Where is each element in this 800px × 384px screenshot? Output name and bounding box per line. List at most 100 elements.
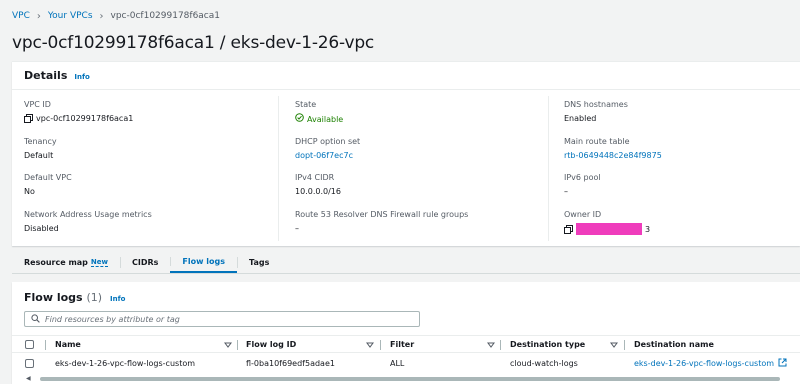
column-header-destination-type[interactable]: Destination type <box>510 336 585 352</box>
field-label: DHCP option set <box>295 137 361 146</box>
check-circle-icon <box>295 113 304 125</box>
page-title: vpc-0cf10299178f6aca1 / eks-dev-1-26-vpc <box>12 33 375 53</box>
details-header: Details Info <box>24 69 90 82</box>
flow-logs-title: Flow logs <box>24 291 83 304</box>
cell-name: eks-dev-1-26-vpc-flow-logs-custom <box>55 358 196 368</box>
field-dns-hostnames: DNS hostnames Enabled <box>564 99 628 124</box>
column-divider <box>548 96 549 241</box>
field-ipv4-cidr: IPv4 CIDR 10.0.0.0/16 <box>295 172 341 197</box>
flow-logs-count: (1) <box>86 291 103 304</box>
details-title: Details <box>24 69 68 82</box>
tab-label: Resource map <box>24 258 88 267</box>
breadcrumb-current: vpc-0cf10299178f6aca1 <box>110 11 221 21</box>
field-label: IPv6 pool <box>564 173 601 182</box>
field-label: IPv4 CIDR <box>295 173 335 182</box>
column-divider <box>278 96 279 241</box>
field-vpc-id: VPC ID vpc-0cf10299178f6aca1 <box>24 99 133 124</box>
tab-label: Tags <box>249 258 270 267</box>
field-value: – <box>564 187 568 196</box>
horizontal-scrollbar[interactable]: ◀ <box>24 375 800 382</box>
field-label: Owner ID <box>564 210 602 219</box>
field-value: 10.0.0.0/16 <box>295 187 341 196</box>
breadcrumb-your-vpcs[interactable]: Your VPCs <box>48 11 93 21</box>
tab-label: CIDRs <box>131 258 159 267</box>
column-divider <box>237 340 238 350</box>
column-divider <box>500 340 501 350</box>
column-divider <box>45 340 46 350</box>
field-label: Default VPC <box>24 173 72 182</box>
tab-label: Flow logs <box>182 257 226 266</box>
table-row[interactable]: eks-dev-1-26-vpc-flow-logs-custom fl-0ba… <box>12 354 800 372</box>
cell-flow-log-id: fl-0ba10f69edf5adae1 <box>246 358 335 368</box>
redacted-owner-id <box>576 223 642 235</box>
destination-name-link[interactable]: eks-dev-1-26-vpc-flow-logs-custom <box>634 354 787 372</box>
cell-destination-name: eks-dev-1-26-vpc-flow-logs-custom <box>634 358 775 368</box>
tab-resource-map[interactable]: Resource map New <box>12 252 120 273</box>
copy-icon[interactable] <box>24 114 33 123</box>
column-header-flow-log-id[interactable]: Flow log ID <box>246 336 296 352</box>
chevron-right-icon: › <box>99 10 104 22</box>
field-value: Default <box>24 151 54 160</box>
field-value: Disabled <box>24 224 59 233</box>
dhcp-option-set-link[interactable]: dopt-06f7ec7c <box>295 150 360 161</box>
field-label: VPC ID <box>24 100 51 109</box>
sort-down-icon[interactable] <box>224 341 232 349</box>
scroll-left-icon[interactable]: ◀ <box>26 375 31 382</box>
field-dhcp: DHCP option set dopt-06f7ec7c <box>295 136 360 161</box>
field-value: 3 <box>645 224 651 234</box>
column-divider <box>624 340 625 350</box>
field-owner-id: Owner ID 3 <box>564 209 650 235</box>
field-state: State Available <box>295 99 343 125</box>
column-header-destination-name[interactable]: Destination name <box>634 336 714 352</box>
scrollbar-thumb[interactable] <box>40 377 780 381</box>
tab-tags[interactable]: Tags <box>237 252 281 273</box>
search-icon <box>31 313 40 325</box>
chevron-right-icon: › <box>36 10 41 22</box>
field-value: No <box>24 187 35 196</box>
column-header-filter[interactable]: Filter <box>390 336 414 352</box>
field-network-address-usage: Network Address Usage metrics Disabled <box>24 209 152 234</box>
tab-cidrs[interactable]: CIDRs <box>119 252 170 273</box>
field-default-vpc: Default VPC No <box>24 172 72 197</box>
sort-down-icon[interactable] <box>610 341 618 349</box>
field-label: Tenancy <box>24 137 57 146</box>
row-checkbox[interactable] <box>25 358 34 368</box>
field-main-route-table: Main route table rtb-0649448c2e84f9875 <box>564 136 662 161</box>
search-box <box>24 311 420 327</box>
search-input[interactable] <box>45 314 405 324</box>
field-label: Main route table <box>564 137 630 146</box>
details-panel: Details Info VPC ID vpc-0cf10299178f6aca… <box>12 61 800 246</box>
external-link-icon <box>778 358 787 369</box>
field-label: Route 53 Resolver DNS Firewall rule grou… <box>295 210 469 219</box>
field-label: State <box>295 100 317 109</box>
field-value: Enabled <box>564 114 597 123</box>
divider <box>12 89 800 90</box>
flow-logs-header: Flow logs (1) Info <box>24 291 125 304</box>
tab-flow-logs[interactable]: Flow logs <box>170 252 238 273</box>
details-info-link[interactable]: Info <box>74 73 89 81</box>
tab-bar: Resource map New CIDRs Flow logs Tags <box>12 252 800 274</box>
breadcrumb-vpc[interactable]: VPC <box>12 11 30 21</box>
field-label: Network Address Usage metrics <box>24 210 152 219</box>
breadcrumb: VPC › Your VPCs › vpc-0cf10299178f6aca1 <box>12 9 220 23</box>
copy-icon[interactable] <box>564 224 573 234</box>
column-divider <box>380 340 381 350</box>
field-value: vpc-0cf10299178f6aca1 <box>36 114 134 123</box>
status-value: Available <box>307 114 344 124</box>
table-header: Name Flow log ID Filter Destination type… <box>12 335 800 353</box>
field-route53-firewall: Route 53 Resolver DNS Firewall rule grou… <box>295 209 468 234</box>
new-badge: New <box>90 258 108 267</box>
flow-logs-info-link[interactable]: Info <box>110 295 125 303</box>
sort-down-icon[interactable] <box>487 341 495 349</box>
column-header-name[interactable]: Name <box>55 336 81 352</box>
field-ipv6-pool: IPv6 pool – <box>564 172 601 197</box>
select-all-checkbox[interactable] <box>25 339 34 349</box>
sort-down-icon[interactable] <box>366 341 374 349</box>
cell-destination-type: cloud-watch-logs <box>510 358 578 368</box>
main-route-table-link[interactable]: rtb-0649448c2e84f9875 <box>564 150 662 161</box>
field-value: – <box>295 224 299 233</box>
field-label: DNS hostnames <box>564 100 628 109</box>
field-tenancy: Tenancy Default <box>24 136 57 161</box>
cell-filter: ALL <box>390 358 405 368</box>
flow-logs-panel: Flow logs (1) Info Name Flow log ID Filt… <box>12 282 800 384</box>
